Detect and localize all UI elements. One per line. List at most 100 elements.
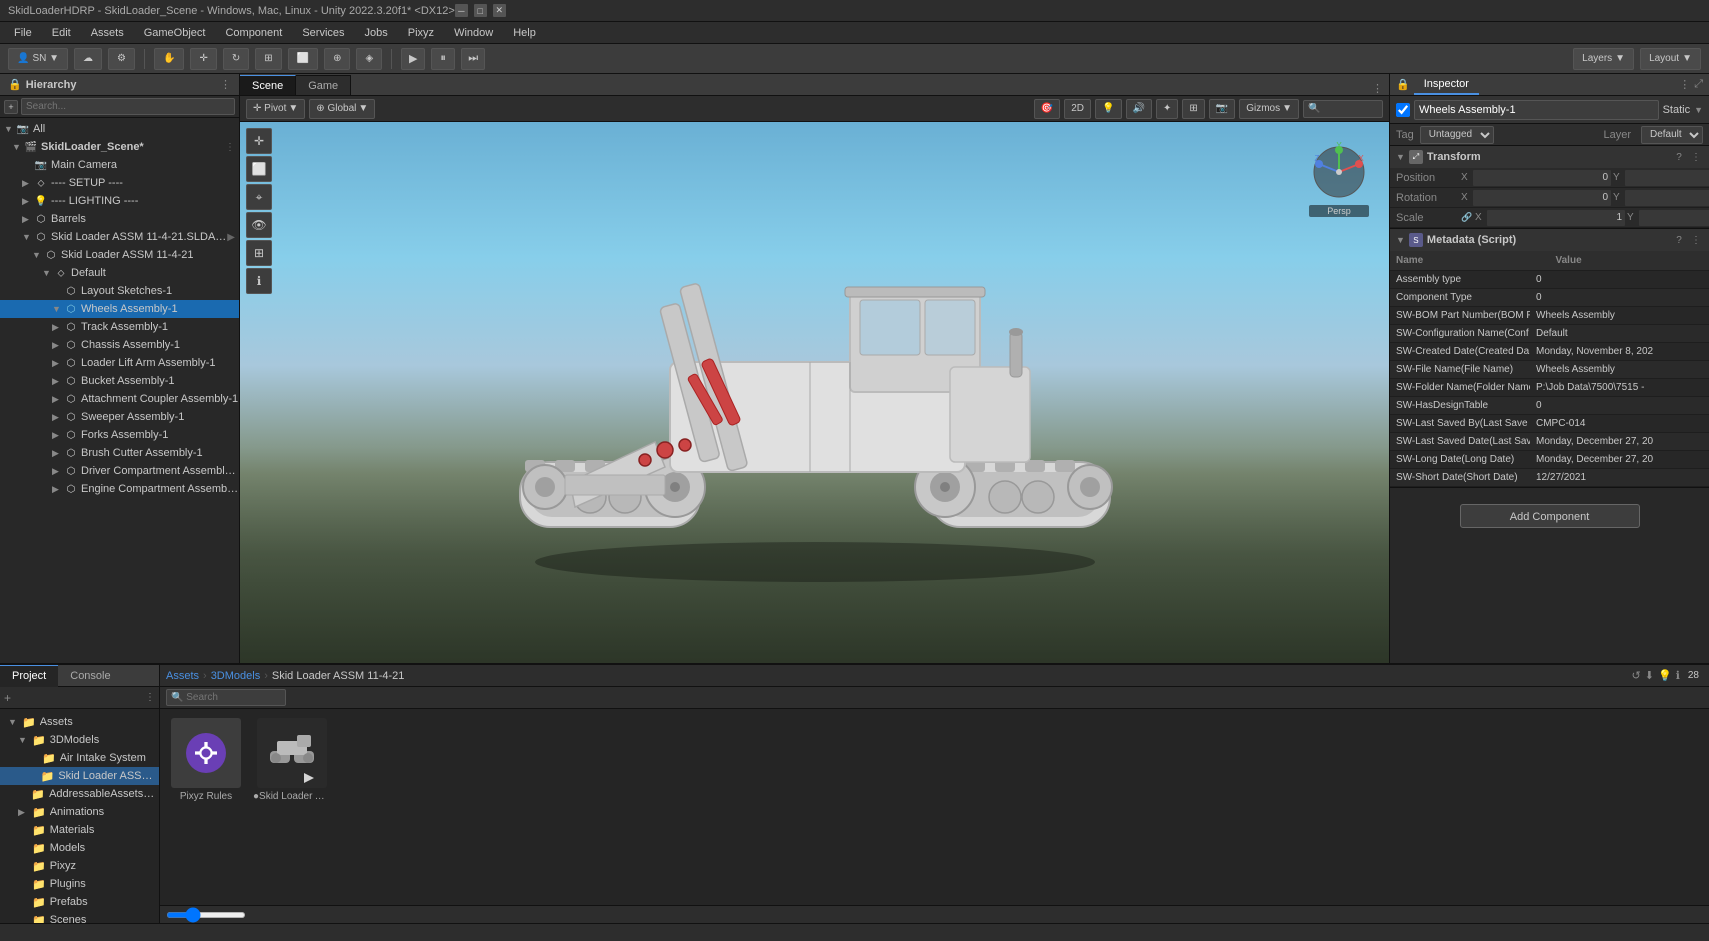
tree-materials[interactable]: ▶ 📁 Materials [0,821,159,839]
tree-item-default[interactable]: ▼ ⬦ Default [0,264,239,282]
tool-rotate[interactable]: ↻ [223,48,249,70]
add-component-button[interactable]: Add Component [1460,504,1640,528]
tab-scene[interactable]: Scene [240,75,296,95]
scene-visibility-btn[interactable]: ⊞ [1182,99,1204,119]
asset-refresh-btn[interactable]: ↺ [1632,669,1641,682]
account-btn[interactable]: 👤 SN ▼ [8,48,68,70]
tree-item-loader-lift[interactable]: ▶ ⬡ Loader Lift Arm Assembly-1 [0,354,239,372]
hierarchy-search[interactable] [21,98,235,115]
asset-item-pixyz-rules[interactable]: Pixyz Rules [166,715,246,805]
comp-info-btn[interactable]: ? [1672,152,1686,163]
tree-item-setup[interactable]: ▶ ⬦ ---- SETUP ---- [0,174,239,192]
tool-view[interactable]: 👁 [246,212,272,238]
tree-more-btn[interactable]: ⋮ [225,142,239,153]
menu-assets[interactable]: Assets [83,25,132,41]
tool-rect[interactable]: ⬜ [288,48,318,70]
tree-item-skid[interactable]: ▼ ⬡ Skid Loader ASSM 11-4-21 [0,246,239,264]
tree-item-engine[interactable]: ▶ ⬡ Engine Compartment Assembly-2 [0,480,239,498]
position-y-input[interactable] [1625,170,1709,186]
tag-dropdown[interactable]: Untagged [1420,126,1494,144]
cloud-btn[interactable]: ☁ [74,48,102,70]
settings-btn[interactable]: ⚙ [108,48,135,70]
scene-pivot-btn[interactable]: ✛ Pivot ▼ [246,99,305,119]
add-folder-btn[interactable]: + [4,691,11,705]
rotation-y-input[interactable] [1625,190,1709,206]
tree-prefabs[interactable]: ▶ 📁 Prefabs [0,893,159,911]
tab-game[interactable]: Game [296,75,351,95]
tree-3dmodels[interactable]: ▼ 📁 3DModels [0,731,159,749]
position-x-input[interactable] [1473,170,1611,186]
tree-item-scene[interactable]: ▼ 🎬 SkidLoader_Scene* ⋮ [0,138,239,156]
comp-menu-btn[interactable]: ⋮ [1689,235,1703,246]
hierarchy-menu-btn[interactable]: ⋮ [220,78,231,91]
tab-console[interactable]: Console [58,665,122,687]
asset-import-btn[interactable]: ⬇ [1645,669,1654,682]
tool-hand[interactable]: ✋ [154,48,184,70]
tree-item-sweeper[interactable]: ▶ ⬡ Sweeper Assembly-1 [0,408,239,426]
asset-light-btn[interactable]: 💡 [1658,669,1672,682]
object-name-input[interactable] [1414,100,1659,120]
asset-info-btn[interactable]: ℹ [1676,669,1680,682]
menu-jobs[interactable]: Jobs [357,25,396,41]
step-button[interactable]: ⏭ [461,48,485,70]
tree-item-lighting[interactable]: ▶ 💡 ---- LIGHTING ---- [0,192,239,210]
tool-custom[interactable]: ◈ [356,48,382,70]
layout-dropdown[interactable]: Layout ▼ [1640,48,1701,70]
layer-dropdown[interactable]: Default [1641,126,1703,144]
tool-rect-select[interactable]: ⬜ [246,156,272,182]
transform-header[interactable]: ▼ ⤢ Transform ? ⋮ [1390,146,1709,168]
scale-x-input[interactable] [1487,210,1625,226]
menu-help[interactable]: Help [505,25,544,41]
layers-dropdown[interactable]: Layers ▼ [1573,48,1634,70]
tool-move[interactable]: ✛ [190,48,216,70]
tree-skid[interactable]: ▶ 📁 Skid Loader ASSM 11-4 [0,767,159,785]
menu-edit[interactable]: Edit [44,25,79,41]
metadata-header[interactable]: ▼ S Metadata (Script) ? ⋮ [1390,229,1709,251]
tree-models[interactable]: ▶ 📁 Models [0,839,159,857]
tree-item-layout-sketches[interactable]: ▶ ⬡ Layout Sketches-1 [0,282,239,300]
inspector-menu-btn[interactable]: ⋮ [1679,78,1690,91]
menu-pixyz[interactable]: Pixyz [400,25,442,41]
scene-3d-view[interactable]: ✛ ⬜ ⌖ 👁 ⊞ ℹ X Y [240,122,1389,663]
tree-item-maincamera[interactable]: ▶ 📷 Main Camera [0,156,239,174]
tree-addressables[interactable]: ▶ 📁 AddressableAssetsData [0,785,159,803]
scene-light-btn[interactable]: 💡 [1095,99,1121,119]
scene-menu-btn[interactable]: ⋮ [1366,82,1389,95]
minimize-button[interactable]: ─ [455,4,468,17]
asset-search-input[interactable] [166,689,286,706]
inspector-expand-btn[interactable]: ⤢ [1694,78,1703,91]
menu-window[interactable]: Window [446,25,501,41]
project-menu-btn[interactable]: ⋮ [145,692,155,703]
tree-item-barrels[interactable]: ▶ ⬡ Barrels [0,210,239,228]
tree-item-attachment[interactable]: ▶ ⬡ Attachment Coupler Assembly-1 [0,390,239,408]
scene-effects-btn[interactable]: ✦ [1156,99,1178,119]
tool-combined[interactable]: ⊕ [324,48,350,70]
tool-lasso[interactable]: ⌖ [246,184,272,210]
tab-project[interactable]: Project [0,665,58,687]
menu-services[interactable]: Services [294,25,352,41]
scene-audio-btn[interactable]: 🔊 [1126,99,1152,119]
tree-air-intake[interactable]: ▶ 📁 Air Intake System [0,749,159,767]
breadcrumb-assets[interactable]: Assets [166,670,199,682]
menu-component[interactable]: Component [217,25,290,41]
menu-gameobject[interactable]: GameObject [136,25,214,41]
scene-persp-btn[interactable]: 🎯 [1034,99,1060,119]
tree-item-brush-cutter[interactable]: ▶ ⬡ Brush Cutter Assembly-1 [0,444,239,462]
tab-inspector[interactable]: Inspector [1414,75,1479,95]
tree-scenes[interactable]: ▶ 📁 Scenes [0,911,159,923]
tree-item-driver[interactable]: ▶ ⬡ Driver Compartment Assembly-1 [0,462,239,480]
tree-item-bucket[interactable]: ▶ ⬡ Bucket Assembly-1 [0,372,239,390]
asset-item-skid-loader[interactable]: ●Skid Loader ASSM... [252,715,332,805]
comp-menu-btn[interactable]: ⋮ [1689,152,1703,163]
tool-scale[interactable]: ⊞ [255,48,281,70]
breadcrumb-3dmodels[interactable]: 3DModels [211,670,261,682]
tree-item-track[interactable]: ▶ ⬡ Track Assembly-1 [0,318,239,336]
inspector-lock-icon[interactable]: 🔒 [1396,78,1410,91]
tree-item-forks[interactable]: ▶ ⬡ Forks Assembly-1 [0,426,239,444]
rotation-x-input[interactable] [1473,190,1611,206]
tree-plugins[interactable]: ▶ 📁 Plugins [0,875,159,893]
tool-info[interactable]: ℹ [246,268,272,294]
comp-info-btn[interactable]: ? [1672,235,1686,246]
menu-file[interactable]: File [6,25,40,41]
tree-pixyz[interactable]: ▶ 📁 Pixyz [0,857,159,875]
